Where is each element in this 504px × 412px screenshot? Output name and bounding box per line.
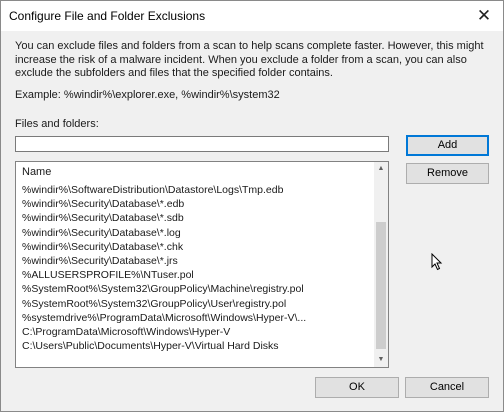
dialog-window: Configure File and Folder Exclusions ✕ Y…: [0, 0, 504, 412]
list-item[interactable]: %SystemRoot%\System32\GroupPolicy\User\r…: [22, 297, 306, 311]
add-button[interactable]: Add: [406, 135, 489, 156]
list-item[interactable]: C:\Users\Public\Documents\Hyper-V\Virtua…: [22, 339, 306, 353]
close-icon[interactable]: ✕: [473, 5, 495, 27]
list-item[interactable]: %windir%\Security\Database\*.chk: [22, 240, 306, 254]
list-item[interactable]: %systemdrive%\ProgramData\Microsoft\Wind…: [22, 311, 306, 325]
list-rows: %windir%\SoftwareDistribution\Datastore\…: [22, 183, 306, 353]
title-bar[interactable]: Configure File and Folder Exclusions ✕: [1, 1, 503, 31]
files-folders-label: Files and folders:: [15, 118, 99, 130]
list-item[interactable]: %SystemRoot%\System32\GroupPolicy\Machin…: [22, 282, 306, 296]
scroll-up-icon[interactable]: ▲: [374, 162, 388, 176]
remove-button[interactable]: Remove: [406, 163, 489, 184]
list-item[interactable]: %windir%\Security\Database\*.jrs: [22, 254, 306, 268]
window-title: Configure File and Folder Exclusions: [9, 9, 206, 23]
list-item[interactable]: %windir%\Security\Database\*.edb: [22, 197, 306, 211]
cancel-button[interactable]: Cancel: [405, 377, 489, 398]
scrollbar-thumb[interactable]: [376, 222, 386, 349]
list-item[interactable]: C:\ProgramData\Microsoft\Windows\Hyper-V: [22, 325, 306, 339]
list-item[interactable]: %windir%\SoftwareDistribution\Datastore\…: [22, 183, 306, 197]
list-item[interactable]: %ALLUSERSPROFILE%\NTuser.pol: [22, 268, 306, 282]
list-item[interactable]: %windir%\Security\Database\*.sdb: [22, 211, 306, 225]
scroll-down-icon[interactable]: ▼: [374, 353, 388, 367]
list-item[interactable]: %windir%\Security\Database\*.log: [22, 226, 306, 240]
example-text: Example: %windir%\explorer.exe, %windir%…: [15, 89, 280, 101]
list-header-name[interactable]: Name: [22, 166, 51, 178]
description-text: You can exclude files and folders from a…: [15, 40, 484, 79]
path-input[interactable]: [15, 136, 389, 152]
vertical-scrollbar[interactable]: ▲ ▼: [374, 162, 388, 367]
exclusions-list[interactable]: Name %windir%\SoftwareDistribution\Datas…: [15, 161, 389, 368]
ok-button[interactable]: OK: [315, 377, 399, 398]
mouse-cursor-icon: [431, 253, 443, 271]
